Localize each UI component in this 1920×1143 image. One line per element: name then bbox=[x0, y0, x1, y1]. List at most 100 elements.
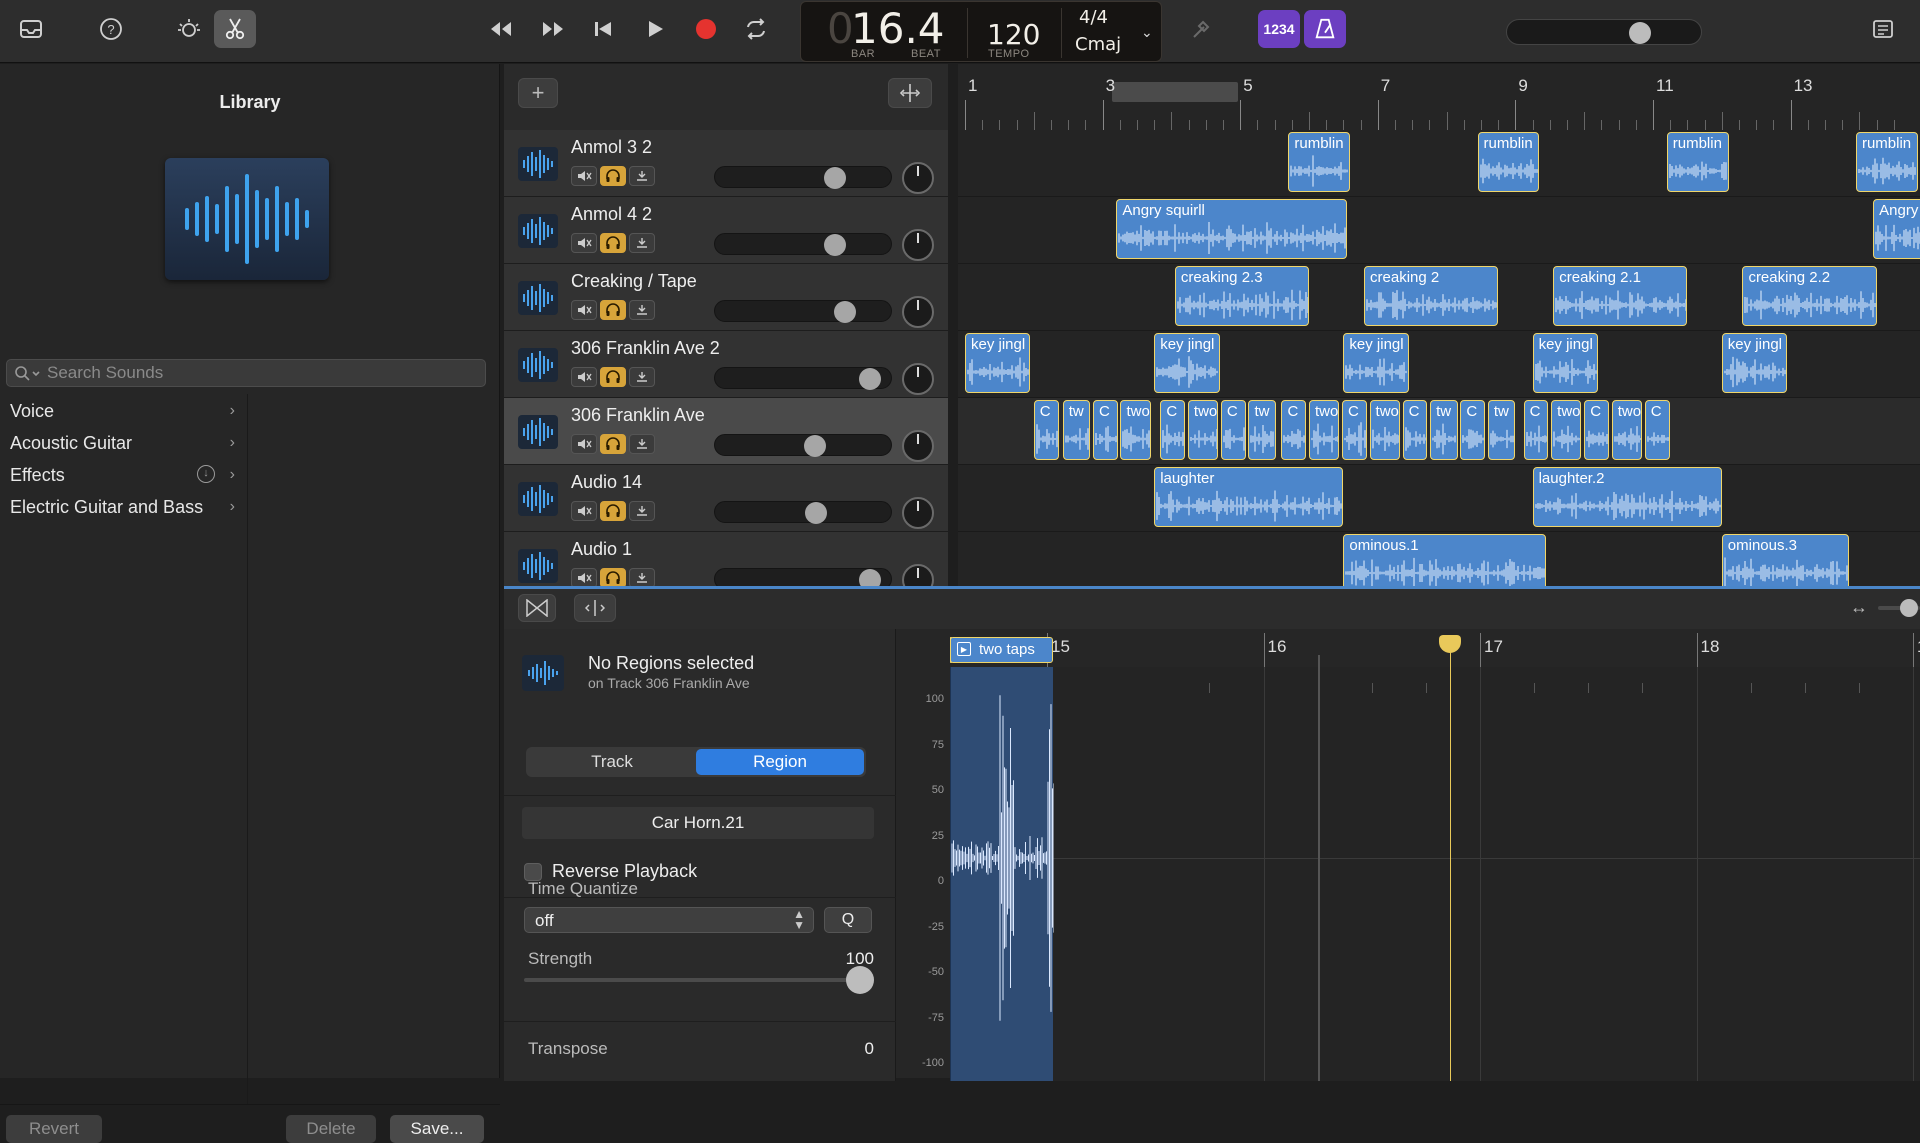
track-volume-knob[interactable] bbox=[803, 435, 826, 457]
library-toggle-icon[interactable] bbox=[10, 10, 52, 48]
audio-region[interactable]: key jingl bbox=[1532, 333, 1598, 393]
audio-region[interactable]: C bbox=[1402, 400, 1428, 460]
solo-button[interactable] bbox=[600, 501, 626, 521]
audio-region[interactable]: C bbox=[1281, 400, 1307, 460]
audio-region[interactable]: two bbox=[1309, 400, 1340, 460]
rewind-icon[interactable] bbox=[480, 10, 522, 48]
editors-scissors-icon[interactable] bbox=[214, 10, 256, 48]
audio-region[interactable]: rumblin bbox=[1855, 132, 1918, 192]
search-input[interactable] bbox=[47, 363, 467, 383]
editor-waveform-area[interactable]: 1007550250-25-50-75-100aps▶Car H▶two tap… bbox=[922, 635, 1920, 1081]
revert-button[interactable]: Revert bbox=[6, 1115, 102, 1143]
input-monitor-button[interactable] bbox=[629, 568, 655, 586]
track-lane[interactable]: creaking 2.3 creaking 2 creaking 2.1 creaki… bbox=[958, 264, 1920, 331]
category-item[interactable]: Voice › bbox=[0, 394, 247, 426]
track-lane[interactable]: key jingl key jingl key jingl key jingl key … bbox=[958, 331, 1920, 398]
download-icon[interactable]: ↓ bbox=[197, 465, 215, 483]
track-volume-slider[interactable] bbox=[714, 367, 892, 390]
track-name[interactable]: 306 Franklin Ave bbox=[571, 405, 705, 426]
editor-region-body[interactable] bbox=[950, 667, 1055, 1081]
track-header[interactable]: Audio 14 bbox=[504, 465, 948, 532]
record-icon[interactable] bbox=[685, 10, 727, 48]
audio-region[interactable]: tw bbox=[1487, 400, 1516, 460]
fast-forward-icon[interactable] bbox=[532, 10, 574, 48]
mute-button[interactable] bbox=[571, 166, 597, 186]
input-monitor-button[interactable] bbox=[629, 300, 655, 320]
solo-button[interactable] bbox=[600, 166, 626, 186]
audio-region[interactable]: C bbox=[1644, 400, 1670, 460]
track-pan-knob[interactable] bbox=[902, 363, 934, 395]
metronome-icon[interactable] bbox=[1304, 10, 1346, 48]
editor-ruler[interactable]: 1516171819 bbox=[950, 633, 1920, 667]
track-volume-knob[interactable] bbox=[824, 234, 847, 256]
master-volume-slider[interactable] bbox=[1506, 19, 1702, 45]
track-header[interactable]: Anmol 4 2 bbox=[504, 197, 948, 264]
audio-region[interactable]: C bbox=[1092, 400, 1118, 460]
audio-region[interactable]: creaking 2 bbox=[1364, 266, 1499, 326]
help-icon[interactable]: ? bbox=[90, 10, 132, 48]
audio-region[interactable]: two bbox=[1551, 400, 1582, 460]
editor-region-header[interactable]: ▶ two taps bbox=[950, 637, 1054, 663]
audio-region[interactable]: C bbox=[1523, 400, 1549, 460]
audio-region[interactable]: Angry squ bbox=[1873, 199, 1920, 259]
track-name[interactable]: Anmol 4 2 bbox=[571, 204, 652, 225]
audio-region[interactable]: C bbox=[1460, 400, 1486, 460]
track-header[interactable]: 306 Franklin Ave 2 bbox=[504, 331, 948, 398]
track-pan-knob[interactable] bbox=[902, 162, 934, 194]
audio-region[interactable]: creaking 2.1 bbox=[1553, 266, 1688, 326]
audio-region[interactable]: C bbox=[1342, 400, 1367, 460]
category-item[interactable]: Acoustic Guitar › bbox=[0, 426, 247, 458]
catch-playhead-icon[interactable] bbox=[888, 78, 932, 108]
time-quantize-popup[interactable]: off ▲ ▼ bbox=[524, 907, 814, 933]
play-icon[interactable] bbox=[634, 10, 676, 48]
smart-controls-icon[interactable] bbox=[168, 10, 210, 48]
tuner-icon[interactable] bbox=[1180, 10, 1222, 48]
audio-region[interactable]: ominous.1 bbox=[1343, 534, 1547, 586]
flex-mode-icon[interactable] bbox=[518, 594, 556, 622]
add-track-button[interactable]: + bbox=[518, 78, 558, 108]
audio-region[interactable]: two bbox=[1611, 400, 1642, 460]
horizontal-zoom-knob[interactable] bbox=[1900, 599, 1918, 617]
solo-button[interactable] bbox=[600, 568, 626, 586]
track-lane[interactable]: ominous.1 ominous.3 bbox=[958, 532, 1920, 586]
track-lane[interactable]: rumblin rumblin rumblin rumblin bbox=[958, 130, 1920, 197]
track-volume-knob[interactable] bbox=[858, 569, 881, 586]
track-pan-knob[interactable] bbox=[902, 497, 934, 529]
go-to-beginning-icon[interactable] bbox=[582, 10, 624, 48]
solo-button[interactable] bbox=[600, 233, 626, 253]
audio-region[interactable]: rumblin bbox=[1288, 132, 1351, 192]
editor-catch-icon[interactable] bbox=[574, 594, 616, 622]
lcd-menu-chevron-icon[interactable]: ⌄ bbox=[1141, 24, 1153, 41]
timeline-ruler[interactable]: 1 3 5 7 9 11 13 bbox=[958, 64, 1920, 130]
input-monitor-button[interactable] bbox=[629, 233, 655, 253]
category-item[interactable]: Electric Guitar and Bass › bbox=[0, 490, 247, 522]
input-monitor-button[interactable] bbox=[629, 501, 655, 521]
audio-region[interactable]: key jingl bbox=[965, 333, 1031, 393]
track-lane[interactable]: Angry squirll Angry squ bbox=[958, 197, 1920, 264]
input-monitor-button[interactable] bbox=[629, 166, 655, 186]
cycle-region[interactable] bbox=[1112, 82, 1238, 102]
solo-button[interactable] bbox=[600, 434, 626, 454]
audio-region[interactable]: tw bbox=[1248, 400, 1276, 460]
mute-button[interactable] bbox=[571, 300, 597, 320]
track-pan-knob[interactable] bbox=[902, 229, 934, 261]
category-item[interactable]: Effects ↓ › bbox=[0, 458, 247, 490]
delete-button[interactable]: Delete bbox=[286, 1115, 376, 1143]
audio-region[interactable]: C bbox=[1160, 400, 1186, 460]
input-monitor-button[interactable] bbox=[629, 434, 655, 454]
audio-region[interactable]: rumblin bbox=[1666, 132, 1729, 192]
search-field[interactable] bbox=[6, 359, 486, 387]
audio-region[interactable]: creaking 2.2 bbox=[1742, 266, 1877, 326]
audio-region[interactable]: C bbox=[1584, 400, 1609, 460]
region-name-field[interactable]: Car Horn.21 bbox=[522, 807, 874, 839]
audio-region[interactable]: C bbox=[1220, 400, 1246, 460]
count-in-button[interactable]: 1234 bbox=[1258, 10, 1300, 48]
audio-region[interactable]: creaking 2.3 bbox=[1174, 266, 1309, 326]
track-lane[interactable]: Ctw Ctwo Ctwo Ctw Ctwo Ctwo Ctw Ctw Ctwo Ctwo C bbox=[958, 398, 1920, 465]
solo-button[interactable] bbox=[600, 300, 626, 320]
mute-button[interactable] bbox=[571, 568, 597, 586]
audio-region[interactable]: Angry squirll bbox=[1116, 199, 1347, 259]
audio-region[interactable]: tw bbox=[1430, 400, 1458, 460]
strength-slider-knob[interactable] bbox=[846, 966, 874, 994]
mute-button[interactable] bbox=[571, 434, 597, 454]
